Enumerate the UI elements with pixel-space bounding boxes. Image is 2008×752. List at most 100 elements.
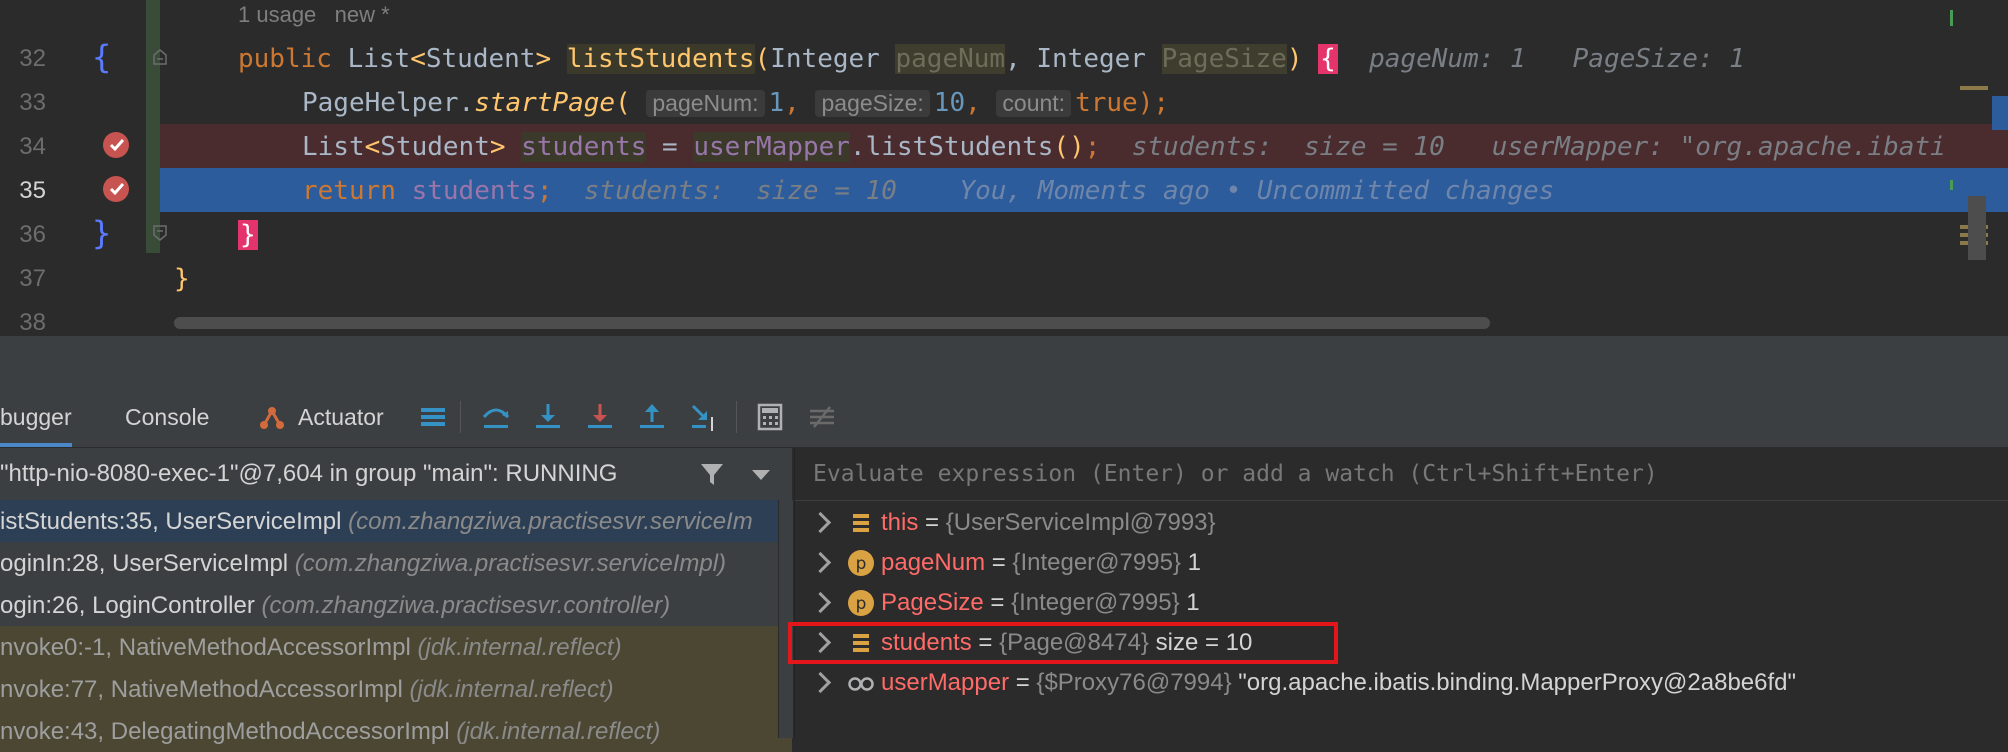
frame-package: (com.zhangziwa.practisesvr.serviceIm: [348, 508, 753, 535]
return-type: List: [347, 44, 411, 74]
parameter-badge: p: [856, 594, 867, 614]
filter-icon[interactable]: [698, 460, 726, 488]
generic-bracket: <: [364, 132, 381, 162]
inline-debug-value: userMapper: "org.apache.ibati: [1491, 132, 1946, 162]
keyword: return: [302, 176, 412, 206]
step-into-icon[interactable]: [532, 401, 564, 433]
line-number: 34: [19, 133, 46, 160]
variable-name: PageSize: [881, 589, 984, 616]
tab-console[interactable]: Console: [125, 387, 209, 447]
paren: ): [1286, 44, 1319, 74]
expand-chevron-icon[interactable]: [809, 511, 832, 534]
generic-type: Student: [425, 44, 536, 74]
force-step-into-icon[interactable]: [584, 401, 616, 433]
variable-row-usermapper[interactable]: userMapper = {$Proxy76@7994} "org.apache…: [795, 663, 2008, 703]
code-editor[interactable]: 32 { 33 34 35 36 } 37 38 1 usage new * p…: [0, 0, 2008, 335]
expand-chevron-icon[interactable]: [809, 591, 832, 614]
code-line-36[interactable]: }: [160, 212, 2008, 256]
gutter-line-35[interactable]: 35: [0, 168, 160, 212]
code-line-35-execution-point[interactable]: return students; students: size = 10 You…: [160, 168, 2008, 212]
gutter-line-34[interactable]: 34: [0, 124, 160, 168]
code-line-33[interactable]: PageHelper.startPage( pageNum: 1, pageSiz…: [160, 80, 2008, 124]
gutter-line-38[interactable]: 38: [0, 300, 160, 335]
statement-end: ;: [1084, 132, 1101, 162]
evaluate-bar: [795, 448, 2008, 501]
stack-frame[interactable]: ogin:26, LoginController (com.zhangziwa.…: [0, 584, 792, 626]
gutter-line-36[interactable]: 36 }: [0, 212, 167, 256]
line-number: 38: [19, 309, 46, 335]
inline-debug-value: students: size = 10: [583, 176, 897, 206]
variable-name: this: [881, 509, 919, 536]
variable-row-pagesize[interactable]: p PageSize = {Integer@7995} 1: [795, 583, 2008, 623]
variable-row-pagenum[interactable]: p pageNum = {Integer@7995} 1: [795, 543, 2008, 583]
tab-debugger[interactable]: bugger: [0, 387, 72, 447]
chevron-down-icon[interactable]: [752, 470, 770, 480]
frame-package: (jdk.internal.reflect): [409, 676, 614, 703]
equals: =: [1009, 669, 1037, 696]
variable-value: 1: [1180, 549, 1201, 576]
paren: (: [615, 88, 631, 118]
vertical-scrollbar[interactable]: [778, 500, 793, 738]
gutter-line-37[interactable]: 37: [0, 256, 160, 300]
trace-icon[interactable]: [806, 401, 838, 433]
gutter-line-32[interactable]: 32 {: [0, 36, 167, 80]
toolbar-separator: [460, 401, 461, 433]
stack-frame[interactable]: nvoke0:-1, NativeMethodAccessorImpl (jdk…: [0, 626, 792, 668]
scroll-marker: [1960, 86, 1988, 90]
code-vision-row: 1 usage new *: [160, 0, 2008, 32]
inline-debug-value: PageSize: 1: [1572, 44, 1745, 74]
generic-bracket: <: [410, 44, 426, 74]
generic-bracket: >: [535, 44, 552, 74]
parameter-badge: p: [856, 554, 867, 574]
editor-gutter[interactable]: 32 { 33 34 35 36 } 37 38: [0, 0, 167, 335]
thread-name: "http-nio-8080-exec-1"@7,604 in group "m…: [0, 460, 618, 487]
evaluate-expression-input[interactable]: [811, 460, 1995, 488]
line-number: 37: [19, 265, 46, 292]
generic-bracket: >: [489, 132, 506, 162]
field-list-icon: [853, 514, 869, 532]
class-name: PageHelper.: [302, 88, 475, 118]
gutter-line-33[interactable]: 33: [0, 80, 160, 124]
object-ref: {Integer@7995}: [1012, 549, 1181, 576]
expand-chevron-icon[interactable]: [809, 551, 832, 574]
object-ref: {Integer@7995}: [1011, 589, 1180, 616]
equals: =: [985, 549, 1013, 576]
step-out-icon[interactable]: [636, 401, 668, 433]
breakpoint-icon[interactable]: [103, 132, 129, 158]
code-line-37[interactable]: }: [160, 256, 2008, 300]
stack-frame[interactable]: nvoke:43, DelegatingMethodAccessorImpl (…: [0, 710, 792, 752]
comma: ,: [784, 88, 816, 118]
variable-row-this[interactable]: this = {UserServiceImpl@7993}: [795, 503, 2008, 543]
static-method: startPage: [474, 88, 616, 118]
usage-hint[interactable]: 1 usage new *: [238, 2, 390, 28]
stack-frame[interactable]: istStudents:35, UserServiceImpl (com.zha…: [0, 500, 792, 542]
assign-operator: =: [646, 132, 694, 162]
evaluate-icon[interactable]: [754, 401, 786, 433]
scroll-marker: [1992, 96, 2008, 130]
code-line-34[interactable]: List<Student> students = userMapper.list…: [160, 124, 2008, 168]
line-number: 33: [19, 89, 46, 116]
closing-brace: }: [174, 264, 190, 294]
line-number: 35: [19, 177, 46, 204]
stack-frame[interactable]: oginIn:28, UserServiceImpl (com.zhangziw…: [0, 542, 792, 584]
method-call: .listStudents: [849, 132, 1054, 162]
frames-menu-icon[interactable]: [417, 401, 449, 433]
panel-divider[interactable]: [0, 335, 2008, 388]
run-to-cursor-icon[interactable]: [688, 401, 720, 433]
tab-actuator[interactable]: Actuator: [258, 387, 398, 447]
keyword: public: [238, 44, 348, 74]
expand-chevron-icon[interactable]: [809, 671, 832, 694]
paren: (: [754, 44, 771, 74]
stack-frame[interactable]: nvoke:77, NativeMethodAccessorImpl (jdk.…: [0, 668, 792, 710]
vertical-scrollbar[interactable]: [1968, 196, 1986, 260]
field-reference: userMapper: [693, 132, 850, 162]
code-line-32[interactable]: public List<Student> listStudents(Intege…: [160, 36, 2008, 80]
breakpoint-icon[interactable]: [103, 176, 129, 202]
step-over-icon[interactable]: [480, 401, 512, 433]
git-blame-annotation[interactable]: You, Moments ago • Uncommitted changes: [959, 176, 1554, 206]
horizontal-scrollbar[interactable]: [174, 317, 1490, 329]
thread-selector[interactable]: "http-nio-8080-exec-1"@7,604 in group "m…: [0, 448, 792, 501]
frame-method: nvoke0:-1, NativeMethodAccessorImpl: [0, 634, 418, 661]
param-name: pageNum: [895, 44, 1006, 74]
frame-method: ogin:26, LoginController: [0, 592, 262, 619]
